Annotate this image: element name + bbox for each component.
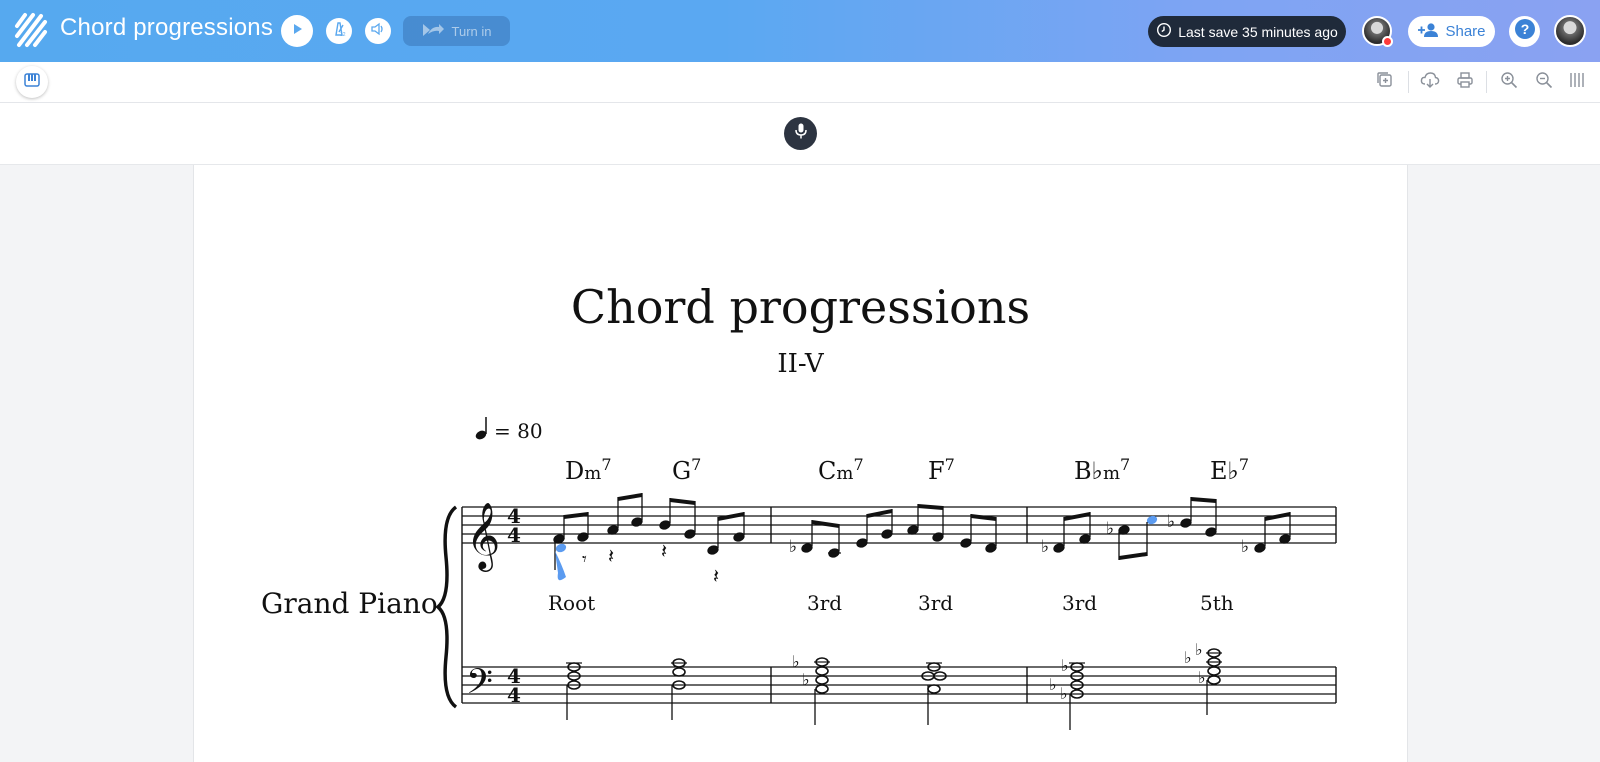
top-bar: Chord progressions 12 Turn in Last save … [0, 0, 1600, 62]
view-mode-button[interactable] [1566, 71, 1588, 93]
speaker-icon [370, 21, 386, 42]
time-signature: 4 4 4 4 [507, 504, 521, 707]
collaborator-avatar[interactable] [1362, 16, 1393, 47]
treble-clef: 𝄞 [466, 501, 500, 572]
share-label: Share [1445, 23, 1486, 40]
svg-text:♭: ♭ [802, 670, 810, 689]
svg-text:♭: ♭ [792, 652, 800, 671]
microphone-icon [793, 122, 809, 145]
recording-bar [0, 103, 1600, 165]
svg-text:♭: ♭ [1195, 640, 1203, 659]
user-avatar[interactable] [1554, 15, 1586, 47]
microphone-button[interactable] [784, 117, 817, 150]
metronome-button[interactable]: 12 [326, 18, 352, 44]
add-page-icon [1376, 71, 1394, 94]
svg-text:♭: ♭ [1061, 656, 1069, 675]
turn-in-icon [422, 22, 444, 41]
chord-symbol[interactable]: B♭m7 [1074, 455, 1130, 485]
tempo-marking[interactable]: = 80 [474, 417, 543, 443]
svg-text:𝄽: 𝄽 [661, 539, 667, 563]
lyric[interactable]: 3rd [807, 591, 842, 615]
chord-symbols: Dm7 G7 Cm7 F7 B♭m7 E♭7 [565, 455, 1249, 485]
help-icon: ? [1514, 18, 1536, 45]
svg-text:4: 4 [507, 523, 521, 547]
columns-icon [1568, 71, 1586, 94]
svg-text:4: 4 [507, 683, 521, 707]
add-page-button[interactable] [1374, 71, 1396, 93]
svg-text:𝄾: 𝄾 [582, 549, 587, 570]
lyric[interactable]: 3rd [918, 591, 953, 615]
grand-staff-brace [435, 505, 458, 709]
piano-keyboard-icon [24, 72, 40, 93]
metronome-icon: 12 [331, 21, 347, 42]
lyric[interactable]: Root [548, 591, 595, 615]
clock-icon [1156, 22, 1172, 41]
svg-text:♭: ♭ [1060, 684, 1068, 703]
help-label: ? [1520, 21, 1529, 37]
svg-text:♭: ♭ [789, 537, 797, 557]
lyric[interactable]: 3rd [1062, 591, 1097, 615]
svg-text:♭: ♭ [1049, 675, 1057, 694]
last-save-status[interactable]: Last save 35 minutes ago [1148, 16, 1346, 47]
chord-symbol[interactable]: Cm7 [818, 455, 864, 485]
chord-symbol[interactable]: F7 [928, 455, 955, 485]
score-page: Chord progressions II-V = 80 Dm7 G7 Cm7 … [193, 165, 1408, 762]
help-button[interactable]: ? [1509, 16, 1540, 47]
bass-chord[interactable] [671, 658, 687, 720]
volume-button[interactable] [365, 18, 391, 44]
score-toolbar [0, 62, 1600, 103]
svg-text:♭: ♭ [1241, 537, 1249, 557]
instrument-name[interactable]: Grand Piano [261, 587, 438, 620]
measure-2-treble[interactable]: ♭ [789, 504, 997, 559]
play-icon [290, 22, 304, 41]
svg-text:♭: ♭ [1167, 512, 1175, 532]
zoom-in-button[interactable] [1498, 71, 1520, 93]
print-button[interactable] [1454, 71, 1476, 93]
lyrics: Root 3rd 3rd 3rd 5th [548, 591, 1234, 615]
chord-symbol[interactable]: E♭7 [1210, 455, 1249, 485]
svg-text:𝄽: 𝄽 [713, 564, 719, 588]
chord-symbol[interactable]: G7 [672, 455, 701, 485]
score-notation[interactable]: = 80 Dm7 G7 Cm7 F7 B♭m7 E♭7 Grand Piano [194, 165, 1409, 762]
play-button[interactable] [281, 15, 313, 47]
bass-chord[interactable] [566, 662, 582, 720]
note-drag-cursor [555, 551, 566, 581]
bass-chord[interactable]: ♭ ♭ [792, 652, 830, 725]
zoom-out-icon [1535, 71, 1553, 94]
zoom-in-icon [1500, 71, 1518, 94]
svg-text:♭: ♭ [1198, 668, 1206, 687]
note-highlight[interactable] [555, 542, 568, 553]
status-indicator [1382, 36, 1393, 47]
svg-text:♭: ♭ [1106, 519, 1114, 539]
document-title[interactable]: Chord progressions [60, 14, 273, 42]
toolbar-divider [1486, 71, 1487, 93]
lyric[interactable]: 5th [1200, 591, 1234, 615]
treble-staff[interactable] [462, 506, 1336, 544]
share-button[interactable]: Share [1408, 16, 1495, 47]
last-save-label: Last save 35 minutes ago [1178, 23, 1338, 40]
chord-symbol[interactable]: Dm7 [565, 455, 612, 485]
zoom-out-button[interactable] [1533, 71, 1555, 93]
svg-text:12: 12 [340, 32, 346, 37]
svg-text:𝄽: 𝄽 [608, 544, 614, 568]
turn-in-button[interactable]: Turn in [403, 16, 510, 46]
keyboard-panel-button[interactable] [16, 66, 48, 98]
bass-clef: 𝄢 [466, 661, 493, 710]
tempo-value: = 80 [494, 419, 543, 443]
logo-icon[interactable] [14, 12, 48, 48]
svg-text:♭: ♭ [1041, 537, 1049, 557]
download-button[interactable] [1419, 71, 1441, 93]
cloud-download-icon [1420, 71, 1440, 94]
bass-chord[interactable]: ♭ ♭ ♭ [1184, 640, 1222, 715]
toolbar-divider [1408, 71, 1409, 93]
turn-in-label: Turn in [451, 23, 492, 39]
add-user-icon [1417, 22, 1439, 42]
svg-text:♭: ♭ [1184, 648, 1192, 667]
print-icon [1456, 71, 1474, 94]
